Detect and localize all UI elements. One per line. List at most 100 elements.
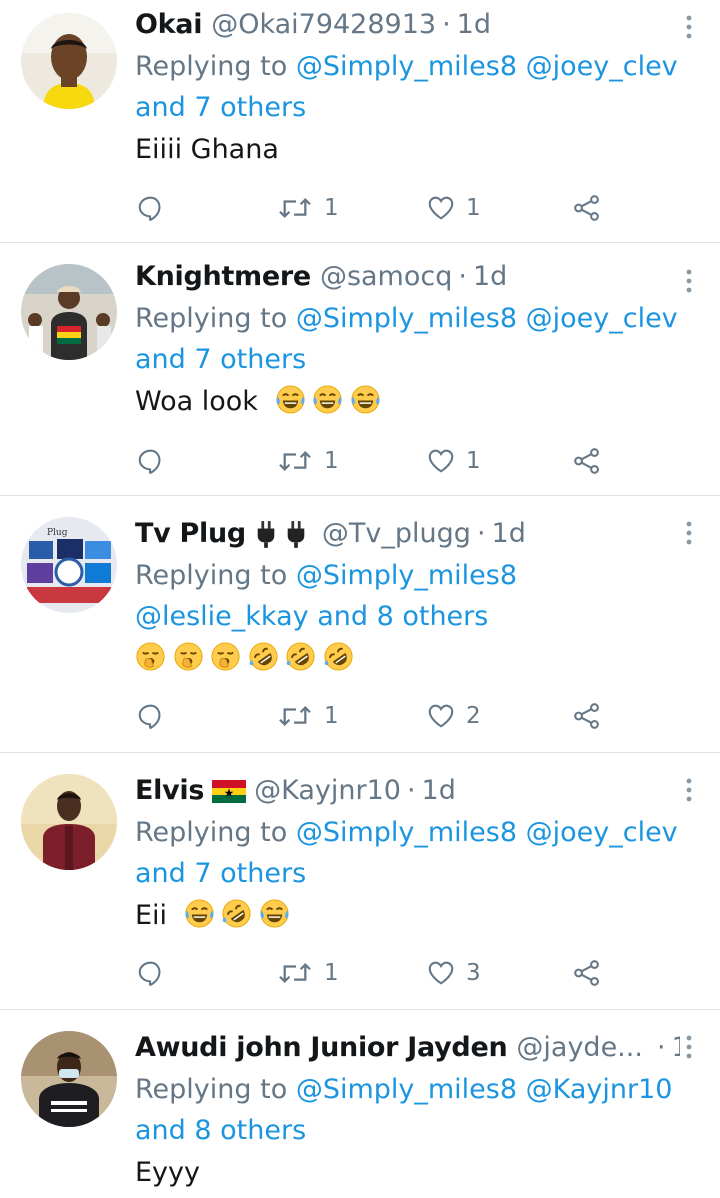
action-bar: 1 1 [0,445,720,477]
display-name[interactable]: Awudi john Junior Jayden [135,1027,508,1069]
avatar[interactable]: Plug [21,517,117,613]
display-name[interactable]: Elvis [135,770,204,812]
tweet-text [135,638,680,680]
tweet-text-content: Eii [135,900,168,931]
reply-icon [136,446,166,476]
user-handle[interactable]: @Okai79428913 [211,4,436,46]
timestamp[interactable]: 1d [473,256,507,298]
retweet-icon [276,701,314,731]
reply-context: Replying to @Simply_miles8 @joey_clev an… [135,46,680,128]
retweet-button[interactable]: 1 [276,957,339,989]
svg-text:Plug: Plug [47,528,68,538]
retweet-button[interactable]: 1 [276,192,339,224]
separator: · [442,9,451,40]
tweet-item[interactable]: Plug Tv Plug @Tv_plugg · 1d Replying to … [0,496,720,753]
share-button[interactable] [572,192,602,224]
like-button[interactable]: 1 [426,445,481,477]
avatar[interactable] [21,774,117,870]
display-name[interactable]: Knightmere [135,256,311,298]
more-vertical-icon[interactable] [684,1034,694,1060]
heart-icon [426,446,456,476]
reply-icon [136,193,166,223]
reply-mentions[interactable]: @Simply_miles8 @Kayjnr10 [296,1074,673,1105]
reply-mentions[interactable]: @Simply_miles8 @joey_clev [296,303,678,334]
timestamp[interactable]: 1d [457,4,491,46]
share-button[interactable] [572,957,602,989]
action-bar: 1 3 [0,957,720,989]
reply-others[interactable]: and 8 others [135,1115,306,1146]
reply-prefix: Replying to [135,303,288,334]
separator: · [656,1032,666,1063]
share-button[interactable] [572,700,602,732]
reply-button[interactable] [136,445,166,477]
tweet-text: Eii [135,895,680,937]
user-handle[interactable]: @jayde... [516,1027,643,1069]
retweet-count: 1 [324,703,339,729]
reply-button[interactable] [136,700,166,732]
yawning-emoji [135,641,166,672]
more-vertical-icon[interactable] [684,777,694,803]
heart-icon [426,193,456,223]
reply-others[interactable]: and 7 others [135,858,306,889]
heart-icon [426,958,456,988]
separator: · [406,775,416,806]
avatar[interactable] [21,13,117,109]
yawning-emoji [173,641,204,672]
avatar[interactable] [21,1031,117,1127]
tweet-item[interactable]: Knightmere @samocq · 1d Replying to @Sim… [0,243,720,496]
like-button[interactable]: 2 [426,700,481,732]
display-name[interactable]: Okai [135,4,202,46]
like-button[interactable]: 1 [426,192,481,224]
reply-prefix: Replying to [135,560,288,591]
tweet-item[interactable]: Okai @Okai79428913 · 1d Replying to @Sim… [0,0,720,243]
tweet-text-content: Woa look [135,386,258,417]
rolling-laughing-emoji [221,898,252,929]
display-name[interactable]: Tv Plug [135,513,246,555]
reply-others[interactable]: and 7 others [135,92,306,123]
yawning-emoji [210,641,241,672]
like-button[interactable]: 3 [426,957,481,989]
retweet-icon [276,446,314,476]
user-handle[interactable]: @Kayjnr10 [254,770,401,812]
reply-prefix: Replying to [135,51,288,82]
reply-context: Replying to @Simply_miles8 @joey_clev an… [135,812,680,894]
retweet-icon [276,193,314,223]
reply-mentions[interactable]: @Simply_miles8 @joey_clev [296,817,678,848]
reply-others[interactable]: and 7 others [135,344,306,375]
reply-others[interactable]: @leslie_kkay and 8 others [135,601,488,632]
tears-of-joy-emoji [275,384,306,415]
more-vertical-icon[interactable] [684,268,694,294]
reply-button[interactable] [136,957,166,989]
reply-mentions[interactable]: @Simply_miles8 @joey_clev [296,51,678,82]
like-count: 1 [466,195,481,221]
reply-icon [136,958,166,988]
user-handle[interactable]: @samocq [320,256,452,298]
tears-of-joy-emoji [184,898,215,929]
action-bar: 1 1 [0,192,720,224]
user-handle[interactable]: @Tv_plugg [322,513,471,555]
more-vertical-icon[interactable] [684,520,694,546]
share-button[interactable] [572,445,602,477]
tweet-item[interactable]: Awudi john Junior Jayden @jayde... · 1d … [0,1010,720,1198]
tweet-feed: Okai @Okai79428913 · 1d Replying to @Sim… [0,0,720,1198]
reply-context: Replying to @Simply_miles8 @joey_clev an… [135,298,680,380]
tears-of-joy-emoji [312,384,343,415]
tweet-text: Eyyy [135,1157,200,1188]
more-vertical-icon[interactable] [684,14,694,40]
timestamp[interactable]: 1d [672,1027,680,1069]
retweet-button[interactable]: 1 [276,445,339,477]
like-count: 2 [466,703,481,729]
retweet-button[interactable]: 1 [276,700,339,732]
reply-mentions[interactable]: @Simply_miles8 [296,560,517,591]
retweet-count: 1 [324,448,339,474]
timestamp[interactable]: 1d [492,513,526,555]
reply-context: Replying to @Simply_miles8 @Kayjnr10 and… [135,1069,680,1151]
tweet-item[interactable]: Elvis @Kayjnr10 · 1d Replying to @Simply… [0,753,720,1010]
avatar[interactable] [21,264,117,360]
timestamp[interactable]: 1d [422,770,456,812]
rolling-laughing-emoji [248,641,279,672]
rolling-laughing-emoji [285,641,316,672]
rolling-laughing-emoji [323,641,354,672]
share-icon [572,193,602,223]
reply-button[interactable] [136,192,166,224]
